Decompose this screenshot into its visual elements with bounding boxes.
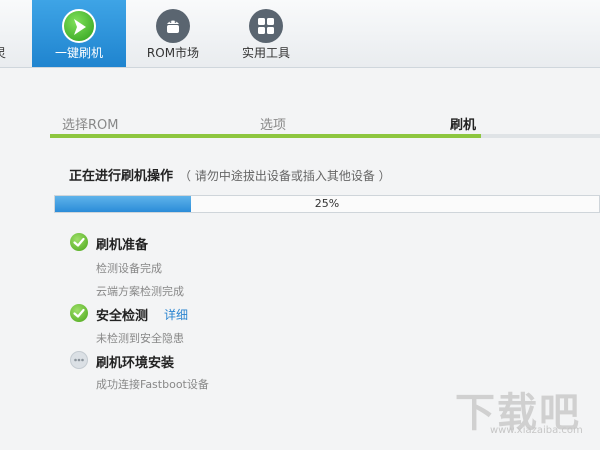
grid-tools-icon	[249, 9, 283, 43]
check-item-title: 刷机准备	[96, 238, 149, 253]
operation-title-text: 正在进行刷机操作	[69, 169, 174, 184]
watermark: 下载吧 www.xiazaiba.com	[455, 380, 595, 440]
tab-utility-tools[interactable]: 实用工具	[220, 0, 312, 67]
tab-rom-market[interactable]: ROM市场	[127, 0, 219, 67]
flash-progress-label: 25%	[314, 197, 340, 210]
tab-one-click-flash-label: 一键刷机	[54, 46, 103, 60]
tab-rom-market-label: ROM市场	[146, 46, 200, 60]
flash-progress-bar: 25%	[54, 195, 600, 213]
step-options: 选项	[260, 118, 287, 133]
step-select-rom: 选择ROM	[62, 118, 119, 133]
check-item-title: 刷机环境安装	[96, 356, 175, 371]
check-pending-icon	[70, 351, 88, 369]
flash-steps: 选择ROM 选项 刷机	[50, 110, 600, 140]
operation-title: 正在进行刷机操作 （ 请勿中途拔出设备或插入其他设备 ）	[69, 165, 391, 184]
top-tab-bar: 灵 一键刷机 ROM市场 实	[0, 0, 600, 68]
android-icon	[156, 9, 190, 43]
check-subitem: 检测设备完成	[96, 262, 162, 275]
step-progress-fill	[50, 134, 481, 138]
operation-hint: （ 请勿中途拔出设备或插入其他设备 ）	[179, 169, 391, 183]
check-done-icon	[70, 304, 88, 322]
step-progress-track	[50, 134, 600, 138]
check-done-icon	[70, 233, 88, 251]
check-subitem: 未检测到安全隐患	[96, 332, 184, 345]
check-subitem: 云端方案检测完成	[96, 285, 184, 298]
tab-partial-label: 灵	[0, 44, 10, 61]
check-subitem: 成功连接Fastboot设备	[96, 378, 209, 391]
watermark-url: www.xiazaiba.com	[490, 425, 583, 436]
tab-utility-tools-label: 实用工具	[241, 46, 290, 60]
check-item-title: 安全检测	[96, 309, 149, 324]
security-detail-link[interactable]: 详细	[164, 306, 188, 323]
flash-play-icon	[62, 9, 96, 43]
tab-partial[interactable]: 灵	[0, 0, 10, 67]
tab-one-click-flash[interactable]: 一键刷机	[32, 0, 126, 67]
step-flash: 刷机	[450, 118, 477, 133]
